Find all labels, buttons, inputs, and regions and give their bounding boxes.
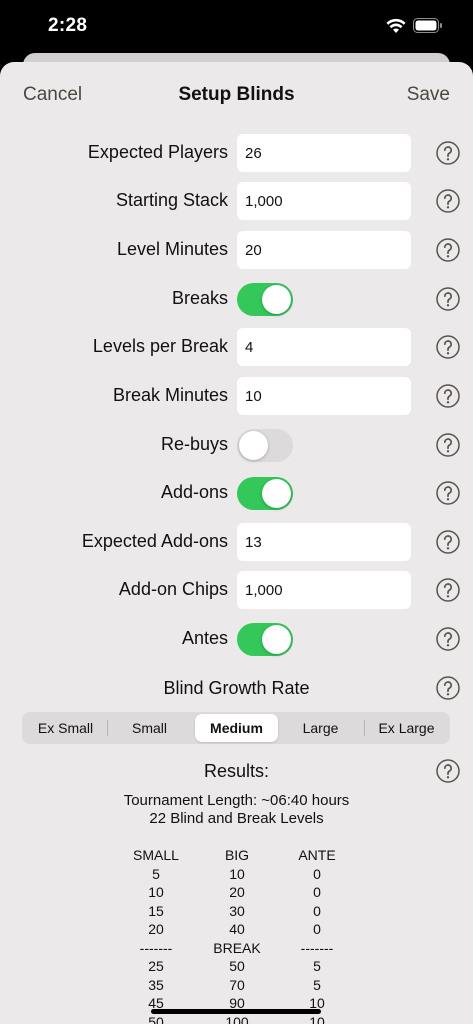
blind-growth-rate-label: Blind Growth Rate — [163, 678, 310, 698]
help-icon[interactable] — [436, 384, 460, 408]
row-rebuys: Re-buys — [0, 426, 473, 464]
wifi-icon — [386, 18, 406, 33]
break-minutes-label: Break Minutes — [112, 385, 228, 405]
status-time: 2:28 — [48, 15, 88, 36]
help-icon[interactable] — [436, 481, 460, 505]
breaks-toggle[interactable] — [237, 283, 293, 316]
expected-addons-input[interactable] — [237, 523, 411, 561]
toggle-knob — [262, 285, 291, 314]
addon-chips-label: Add-on Chips — [118, 579, 228, 599]
ante-column: ANTE 0 0 0 0 ------- 5 5 10 10 — [267, 846, 367, 1024]
toggle-knob — [262, 479, 291, 508]
addons-toggle[interactable] — [237, 477, 293, 510]
blind-cell: 10 — [309, 1013, 325, 1024]
help-icon[interactable] — [436, 530, 460, 554]
expected-addons-label: Expected Add-ons — [81, 531, 228, 551]
save-button[interactable]: Save — [407, 84, 450, 106]
rebuys-toggle[interactable] — [237, 429, 293, 462]
starting-stack-label: Starting Stack — [115, 190, 228, 210]
rebuys-label: Re-buys — [160, 434, 228, 454]
help-icon[interactable] — [436, 578, 460, 602]
level-minutes-input[interactable] — [237, 231, 411, 269]
column-header: ANTE — [298, 847, 336, 863]
help-icon[interactable] — [436, 189, 460, 213]
help-icon[interactable] — [436, 627, 460, 651]
row-levels-per-break: Levels per Break — [0, 328, 473, 366]
blind-cell: 0 — [313, 921, 321, 937]
battery-icon — [413, 18, 442, 33]
level-minutes-label: Level Minutes — [116, 239, 228, 259]
row-addons: Add-ons — [0, 474, 473, 512]
level-count: 22 Blind and Break Levels — [149, 810, 324, 827]
starting-stack-input[interactable] — [237, 182, 411, 220]
row-starting-stack: Starting Stack — [0, 182, 473, 220]
row-level-minutes: Level Minutes — [0, 231, 473, 269]
growth-rate-segmented-control: Ex Small Small Medium Large Ex Large — [22, 712, 450, 744]
break-minutes-input[interactable] — [237, 377, 411, 415]
help-icon[interactable] — [436, 759, 460, 783]
cancel-button[interactable]: Cancel — [23, 84, 82, 106]
row-expected-addons: Expected Add-ons — [0, 523, 473, 561]
help-icon[interactable] — [436, 238, 460, 262]
expected-players-input[interactable] — [237, 134, 411, 172]
row-addon-chips: Add-on Chips — [0, 571, 473, 609]
help-icon[interactable] — [436, 676, 460, 700]
levels-per-break-label: Levels per Break — [92, 336, 228, 356]
home-indicator — [151, 1009, 321, 1014]
segment-small[interactable]: Small — [108, 714, 191, 742]
segment-ex-small[interactable]: Ex Small — [24, 714, 107, 742]
status-bar: 2:28 — [0, 0, 473, 56]
blind-cell: 0 — [313, 865, 321, 882]
row-break-minutes: Break Minutes — [0, 377, 473, 415]
blind-cell: 0 — [313, 884, 321, 900]
help-icon[interactable] — [436, 335, 460, 359]
row-antes: Antes — [0, 620, 473, 658]
setup-blinds-sheet: Setup Blinds Cancel Save Expected Player… — [0, 62, 473, 1024]
blind-cell: 5 — [313, 976, 321, 993]
row-breaks: Breaks — [0, 280, 473, 318]
expected-players-label: Expected Players — [87, 142, 228, 162]
blind-cell: 0 — [313, 902, 321, 919]
levels-per-break-input[interactable] — [237, 328, 411, 366]
antes-label: Antes — [181, 628, 228, 648]
segment-medium[interactable]: Medium — [195, 714, 278, 742]
segment-large[interactable]: Large — [279, 714, 362, 742]
help-icon[interactable] — [436, 433, 460, 457]
results-title: Results: — [203, 761, 270, 781]
row-expected-players: Expected Players — [0, 134, 473, 172]
addons-label: Add-ons — [160, 482, 228, 502]
tournament-length: Tournament Length: ~06:40 hours — [123, 792, 350, 809]
help-icon[interactable] — [436, 287, 460, 311]
antes-toggle[interactable] — [237, 623, 293, 656]
help-icon[interactable] — [436, 141, 460, 165]
blind-cell: 5 — [313, 958, 321, 974]
toggle-knob — [239, 431, 268, 460]
toggle-knob — [262, 625, 291, 654]
addon-chips-input[interactable] — [237, 571, 411, 609]
segment-ex-large[interactable]: Ex Large — [365, 714, 448, 742]
breaks-label: Breaks — [171, 288, 228, 308]
blind-cell: ------- — [300, 939, 334, 956]
